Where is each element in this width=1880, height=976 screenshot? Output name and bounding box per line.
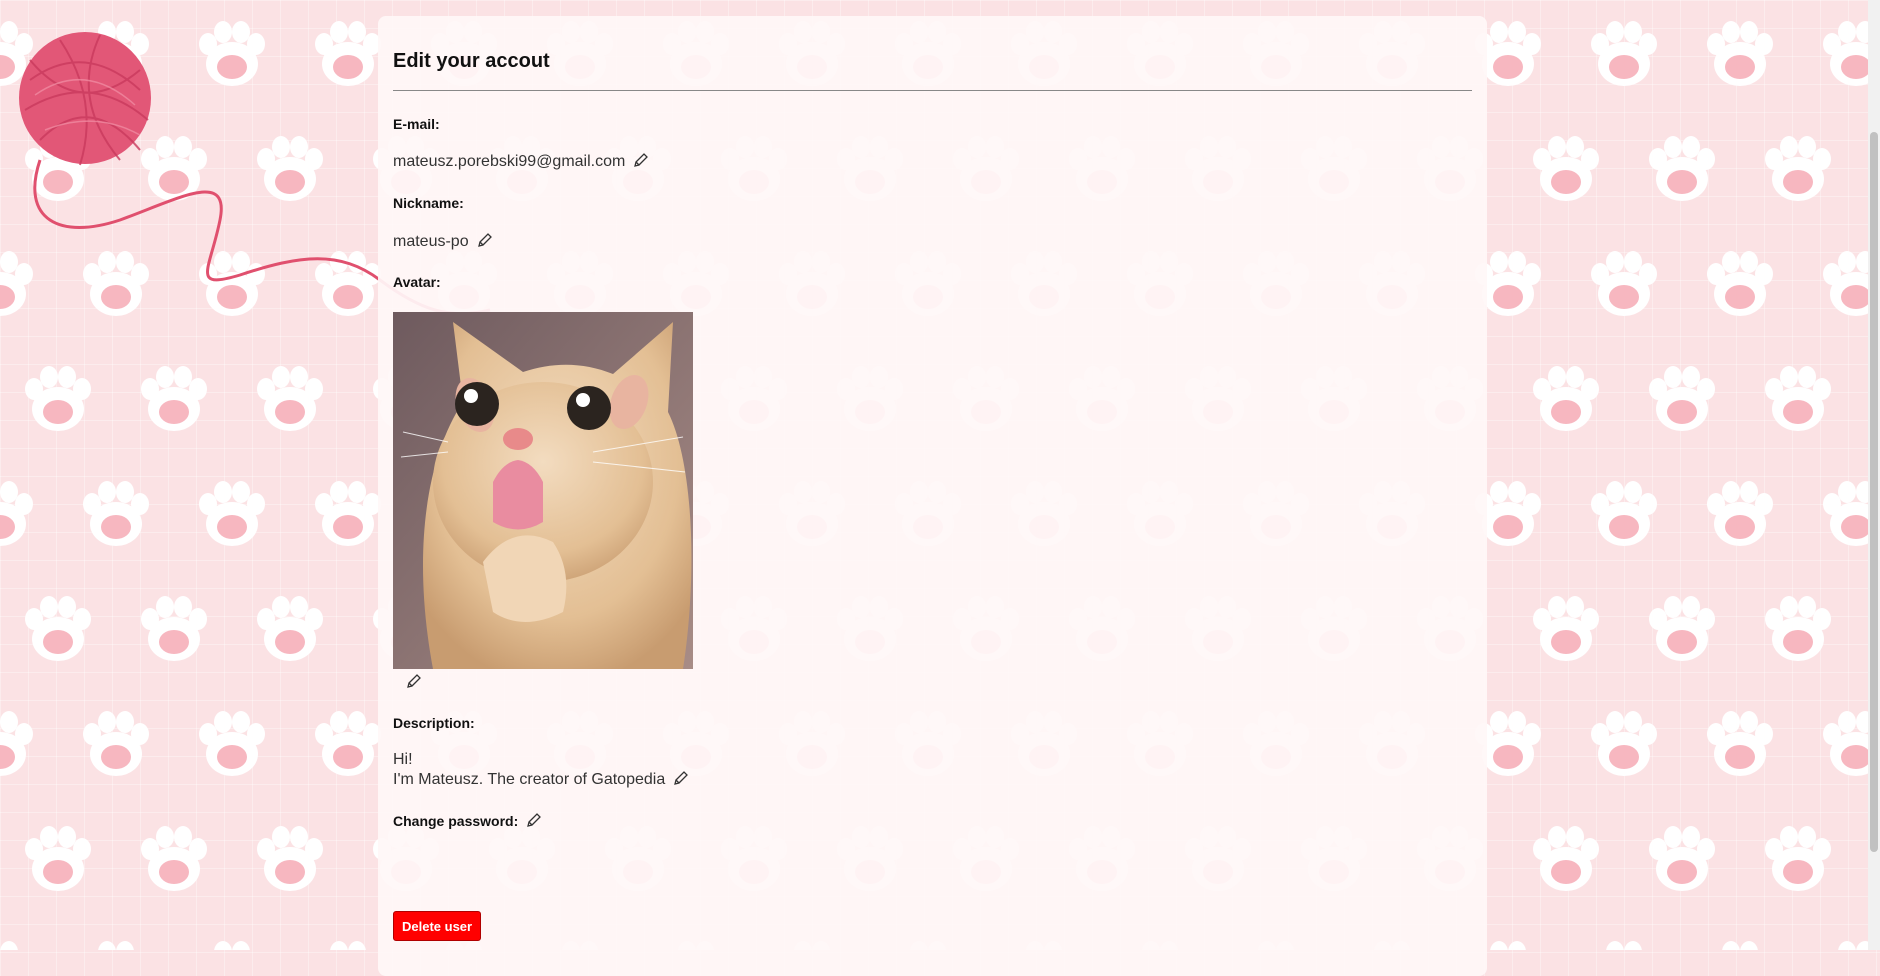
paw-print-icon <box>199 711 265 776</box>
paw-print-icon <box>330 941 366 950</box>
edit-password-pencil-icon[interactable] <box>526 812 542 828</box>
paw-print-icon <box>98 941 134 950</box>
paw-print-icon <box>214 941 250 950</box>
paw-print-icon <box>315 481 381 546</box>
paw-print-icon <box>141 366 207 431</box>
paw-print-icon <box>1707 711 1773 776</box>
scrollbar-thumb[interactable] <box>1870 132 1878 852</box>
paw-print-icon <box>257 826 323 891</box>
edit-avatar-pencil-icon[interactable] <box>406 673 422 689</box>
description-line-1: Hi! <box>393 751 413 768</box>
description-line-2-row: I'm Mateusz. The creator of Gatopedia <box>393 770 689 790</box>
paw-print-icon <box>1765 136 1831 201</box>
paw-print-icon <box>1823 251 1868 316</box>
nickname-row: mateus-po <box>393 232 493 252</box>
paw-print-icon <box>1649 366 1715 431</box>
edit-nickname-pencil-icon[interactable] <box>477 232 493 248</box>
paw-print-icon <box>1533 366 1599 431</box>
paw-print-icon <box>1606 941 1642 950</box>
paw-print-icon <box>1707 251 1773 316</box>
edit-email-pencil-icon[interactable] <box>633 152 649 168</box>
nickname-label: Nickname: <box>393 195 464 211</box>
paw-print-icon <box>1707 21 1773 86</box>
paw-print-icon <box>199 481 265 546</box>
paw-print-icon <box>141 596 207 661</box>
paw-print-icon <box>1649 826 1715 891</box>
paw-print-icon <box>1649 596 1715 661</box>
description-label: Description: <box>393 715 475 731</box>
paw-print-icon <box>83 711 149 776</box>
paw-print-icon <box>1591 21 1657 86</box>
nickname-value: mateus-po <box>393 233 469 250</box>
paw-print-icon <box>1823 711 1868 776</box>
delete-user-button[interactable]: Delete user <box>393 911 482 941</box>
paw-print-icon <box>1591 711 1657 776</box>
page-scrollbar[interactable] <box>1868 0 1880 950</box>
paw-print-icon <box>25 826 91 891</box>
paw-print-icon <box>1722 941 1758 950</box>
paw-print-icon <box>1838 941 1868 950</box>
paw-print-icon <box>0 941 18 950</box>
paw-print-icon <box>1765 366 1831 431</box>
paw-print-icon <box>1533 136 1599 201</box>
paw-print-icon <box>1823 21 1868 86</box>
email-row: mateusz.porebski99@gmail.com <box>393 152 649 172</box>
paw-print-icon <box>1765 826 1831 891</box>
description-row: Hi! I'm Mateusz. The creator of Gatopedi… <box>393 750 689 790</box>
change-password-row: Change password: <box>393 812 542 829</box>
description-line-2: I'm Mateusz. The creator of Gatopedia <box>393 771 666 788</box>
edit-account-panel: Edit your accout E-mail: mateusz.porebsk… <box>378 16 1487 976</box>
paw-print-icon <box>1591 251 1657 316</box>
avatar-label: Avatar: <box>393 274 441 290</box>
paw-print-icon <box>1765 596 1831 661</box>
paw-print-icon <box>0 711 33 776</box>
paw-print-icon <box>0 481 33 546</box>
paw-print-icon <box>1707 481 1773 546</box>
paw-print-icon <box>315 711 381 776</box>
paw-print-icon <box>257 366 323 431</box>
paw-print-icon <box>1533 596 1599 661</box>
paw-print-icon <box>1533 826 1599 891</box>
page-title: Edit your accout <box>393 50 550 72</box>
paw-print-icon <box>1649 136 1715 201</box>
paw-print-icon <box>141 826 207 891</box>
email-value: mateusz.porebski99@gmail.com <box>393 153 626 170</box>
email-label: E-mail: <box>393 116 440 132</box>
paw-print-icon <box>257 596 323 661</box>
title-divider <box>393 90 1472 91</box>
paw-print-icon <box>1591 481 1657 546</box>
paw-print-icon <box>83 481 149 546</box>
paw-print-icon <box>25 366 91 431</box>
avatar-image <box>393 312 693 669</box>
paw-print-icon <box>1823 481 1868 546</box>
paw-print-icon <box>25 596 91 661</box>
change-password-label: Change password: <box>393 813 519 829</box>
edit-description-pencil-icon[interactable] <box>673 770 689 786</box>
